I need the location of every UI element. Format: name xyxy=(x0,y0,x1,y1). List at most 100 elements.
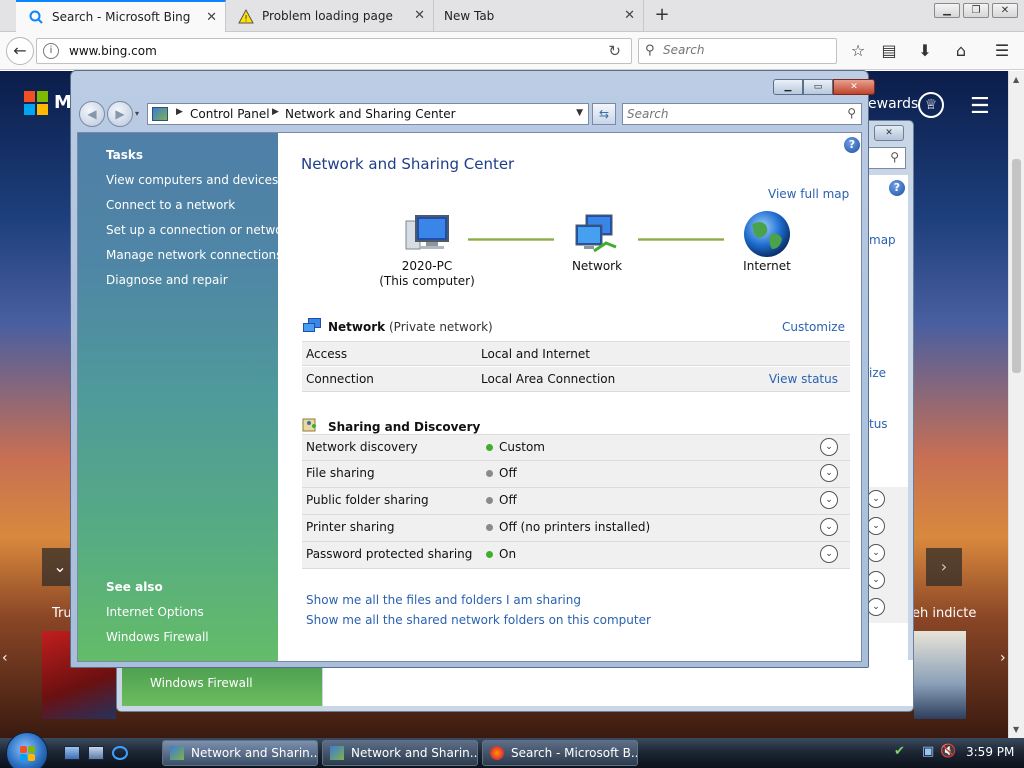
task-manage-connections[interactable]: Manage network connections xyxy=(106,248,282,262)
network-icon[interactable] xyxy=(572,213,622,257)
url-bar[interactable]: i www.bing.com ↻ xyxy=(36,38,632,64)
breadcrumb-control-panel[interactable]: Control Panel xyxy=(190,107,270,121)
expand-chevron-icon[interactable]: ⌄ xyxy=(867,490,885,508)
switch-windows-icon[interactable] xyxy=(88,746,104,760)
see-also-windows-firewall[interactable]: Windows Firewall xyxy=(106,630,209,644)
show-desktop-icon[interactable] xyxy=(64,746,80,760)
volume-muted-icon[interactable]: 🔇 xyxy=(940,744,956,759)
tab-problem-loading[interactable]: ! Problem loading page ✕ xyxy=(226,0,434,32)
internet-explorer-icon[interactable] xyxy=(112,746,128,760)
page-next-arrow-icon[interactable]: › xyxy=(1000,650,1006,666)
background-window-search[interactable]: ⚲ xyxy=(868,147,906,169)
tab-title: Search - Microsoft Bing xyxy=(52,10,191,24)
taskbar-button-network-2[interactable]: Network and Sharin... xyxy=(322,740,478,766)
refresh-button[interactable]: ⇆ xyxy=(592,103,616,125)
carousel-next-button[interactable]: › xyxy=(926,548,962,586)
news-image-right[interactable] xyxy=(914,631,966,719)
explorer-search-input[interactable] xyxy=(627,107,827,121)
computer-icon[interactable] xyxy=(402,213,452,257)
hamburger-menu-icon[interactable]: ☰ xyxy=(970,94,990,119)
bookmark-star-icon[interactable]: ☆ xyxy=(848,41,868,61)
background-link-customize[interactable]: ize xyxy=(869,366,886,380)
close-tab-icon[interactable]: ✕ xyxy=(206,10,217,25)
address-dropdown-icon[interactable]: ▼ xyxy=(576,108,583,118)
search-icon[interactable]: ⚲ xyxy=(847,106,856,120)
help-icon[interactable]: ? xyxy=(889,180,905,196)
close-tab-icon[interactable]: ✕ xyxy=(624,8,635,23)
restore-button[interactable]: ❐ xyxy=(963,3,989,18)
scroll-up-arrow-icon[interactable]: ▲ xyxy=(1013,75,1019,84)
close-button[interactable]: ✕ xyxy=(992,3,1018,18)
breadcrumb-arrow-icon[interactable]: ▶ xyxy=(176,107,183,117)
downloads-icon[interactable]: ⬇ xyxy=(915,41,935,61)
window-close-button[interactable]: ✕ xyxy=(833,79,875,95)
info-icon[interactable]: i xyxy=(43,43,59,59)
recent-pages-dropdown-icon[interactable]: ▾ xyxy=(135,109,139,118)
page-title: Network and Sharing Center xyxy=(301,155,515,173)
see-also-internet-options[interactable]: Internet Options xyxy=(106,605,204,619)
network-sharing-center-window[interactable]: ▁ ▭ ✕ ◀ ▶ ▾ ▶ Control Panel ▶ Network an… xyxy=(70,70,875,668)
back-button[interactable]: ← xyxy=(6,37,34,65)
explorer-forward-button[interactable]: ▶ xyxy=(107,101,133,127)
minimize-button[interactable]: ▁ xyxy=(934,3,960,18)
scroll-down-arrow-icon[interactable]: ▼ xyxy=(1013,725,1019,734)
browser-search-box[interactable]: ⚲ xyxy=(638,38,837,64)
browser-search-input[interactable] xyxy=(663,43,823,57)
network-type: (Private network) xyxy=(388,320,493,334)
show-shared-folders-link[interactable]: Show me all the shared network folders o… xyxy=(306,613,651,627)
window-maximize-button[interactable]: ▭ xyxy=(803,79,833,95)
menu-icon[interactable]: ☰ xyxy=(992,41,1012,61)
reload-icon[interactable]: ↻ xyxy=(608,42,621,60)
microsoft-logo-icon xyxy=(24,91,48,115)
taskbar-button-network-1[interactable]: Network and Sharin... xyxy=(162,740,318,766)
globe-icon[interactable] xyxy=(742,209,792,257)
customize-link[interactable]: Customize xyxy=(782,320,845,334)
expand-chevron-icon[interactable]: ⌄ xyxy=(867,571,885,589)
address-bar[interactable]: ▶ Control Panel ▶ Network and Sharing Ce… xyxy=(147,103,589,125)
expand-chevron-icon[interactable]: ⌄ xyxy=(867,598,885,616)
breadcrumb-network-sharing[interactable]: Network and Sharing Center xyxy=(285,107,456,121)
home-icon[interactable]: ⌂ xyxy=(951,41,971,61)
network-tray-icon[interactable]: ▣ xyxy=(922,744,936,759)
background-windows-firewall-link[interactable]: Windows Firewall xyxy=(150,676,253,690)
expand-chevron-icon[interactable]: ⌄ xyxy=(820,491,838,509)
expand-chevron-icon[interactable]: ⌄ xyxy=(820,545,838,563)
library-icon[interactable]: ▤ xyxy=(879,41,899,61)
tab-new-tab[interactable]: New Tab ✕ xyxy=(434,0,644,32)
security-shield-icon[interactable]: ✔ xyxy=(894,744,908,759)
window-minimize-button[interactable]: ▁ xyxy=(773,79,803,95)
close-tab-icon[interactable]: ✕ xyxy=(414,8,425,23)
task-diagnose-repair[interactable]: Diagnose and repair xyxy=(106,273,228,287)
start-button[interactable] xyxy=(6,732,48,768)
expand-chevron-icon[interactable]: ⌄ xyxy=(820,518,838,536)
tab-search-bing[interactable]: Search - Microsoft Bing ✕ xyxy=(16,0,226,32)
expand-chevron-icon[interactable]: ⌄ xyxy=(867,544,885,562)
explorer-back-button[interactable]: ◀ xyxy=(79,101,105,127)
expand-chevron-icon[interactable]: ⌄ xyxy=(820,464,838,482)
expand-chevron-icon[interactable]: ⌄ xyxy=(820,438,838,456)
task-connect-network[interactable]: Connect to a network xyxy=(106,198,235,212)
background-link-status[interactable]: tus xyxy=(869,417,888,431)
rewards-link[interactable]: ewards xyxy=(868,96,918,112)
page-prev-arrow-icon[interactable]: ‹ xyxy=(2,650,8,666)
news-headline-right[interactable]: eh indicte xyxy=(912,606,976,621)
background-link-map[interactable]: map xyxy=(869,233,896,247)
expand-chevron-icon[interactable]: ⌄ xyxy=(867,517,885,535)
scrollbar-thumb[interactable] xyxy=(1012,159,1021,373)
background-window-close-button[interactable]: ✕ xyxy=(874,125,904,141)
show-shared-files-link[interactable]: Show me all the files and folders I am s… xyxy=(306,593,581,607)
page-scrollbar[interactable]: ▲ ▼ xyxy=(1008,71,1024,738)
view-status-link[interactable]: View status xyxy=(769,372,838,386)
news-headline-left[interactable]: Tru xyxy=(52,606,72,621)
taskbar-clock[interactable]: 3:59 PM xyxy=(966,745,1014,759)
view-full-map-link[interactable]: View full map xyxy=(768,187,849,201)
task-setup-connection[interactable]: Set up a connection or network xyxy=(106,223,294,237)
explorer-search-box[interactable]: ⚲ xyxy=(622,103,862,125)
help-icon[interactable]: ? xyxy=(844,137,860,153)
taskbar-button-browser[interactable]: Search - Microsoft B... xyxy=(482,740,638,766)
breadcrumb-arrow-icon[interactable]: ▶ xyxy=(272,107,279,117)
new-tab-button[interactable]: + xyxy=(650,4,674,28)
rewards-trophy-icon[interactable]: ♕ xyxy=(918,92,944,118)
network-section-heading: Network (Private network) xyxy=(328,320,493,334)
task-view-computers[interactable]: View computers and devices xyxy=(106,173,278,187)
